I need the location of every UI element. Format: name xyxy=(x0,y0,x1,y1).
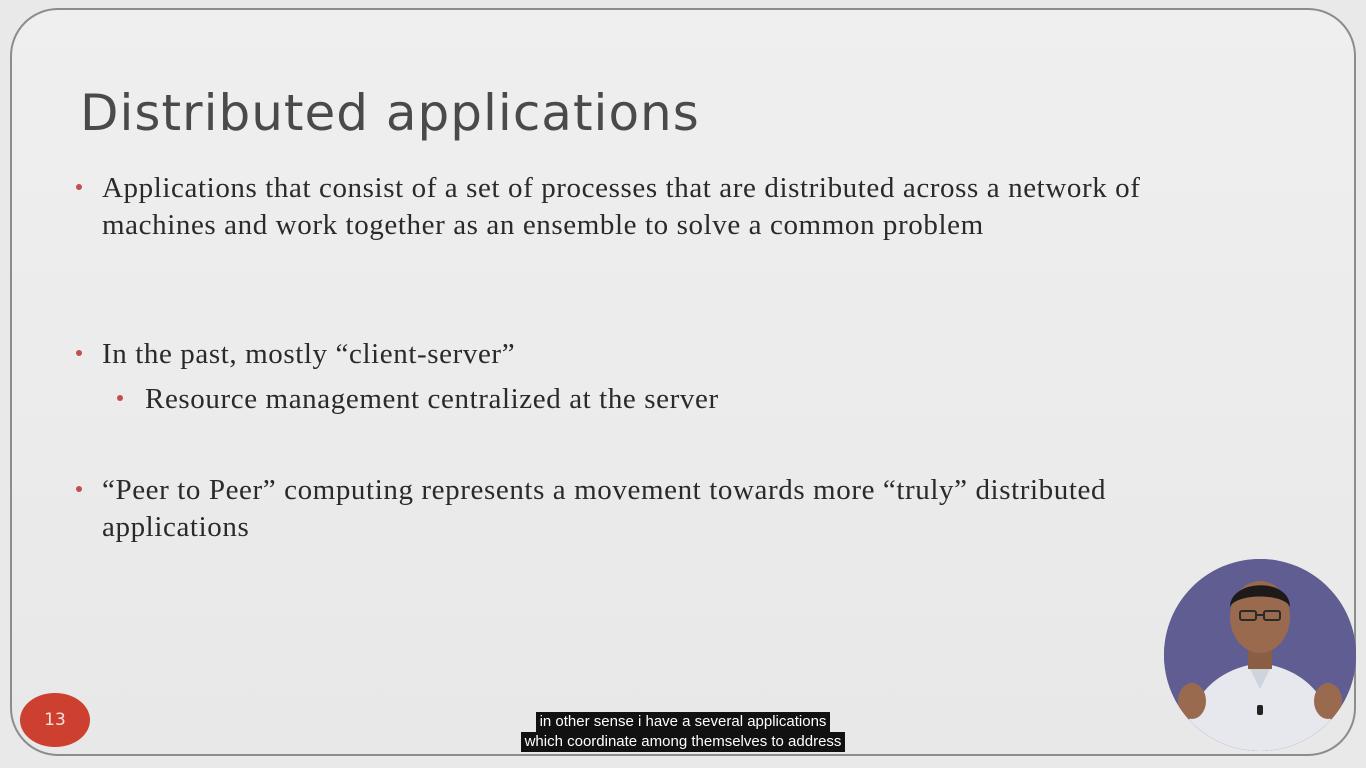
bullet-item: In the past, mostly “client-server” xyxy=(76,336,1236,373)
video-frame: Distributed applications Applications th… xyxy=(0,0,1366,768)
caption-line: in other sense i have a several applicat… xyxy=(535,712,831,732)
sub-bullet-item: Resource management centralized at the s… xyxy=(117,381,1217,418)
bullet-item: Applications that consist of a set of pr… xyxy=(76,170,1236,244)
bullet-icon xyxy=(117,395,123,401)
bullet-text: Applications that consist of a set of pr… xyxy=(102,172,1141,241)
bullet-item: “Peer to Peer” computing represents a mo… xyxy=(76,472,1236,546)
subtitle-captions: in other sense i have a several applicat… xyxy=(0,712,1366,752)
caption-line: which coordinate among themselves to add… xyxy=(520,732,846,752)
bullet-text: “Peer to Peer” computing represents a mo… xyxy=(102,474,1107,543)
slide-title: Distributed applications xyxy=(80,84,700,142)
bullet-icon xyxy=(76,184,82,190)
bullet-icon xyxy=(76,350,82,356)
bullet-icon xyxy=(76,486,82,492)
sub-bullet-text: Resource management centralized at the s… xyxy=(145,383,719,415)
bullet-text: In the past, mostly “client-server” xyxy=(102,338,516,370)
